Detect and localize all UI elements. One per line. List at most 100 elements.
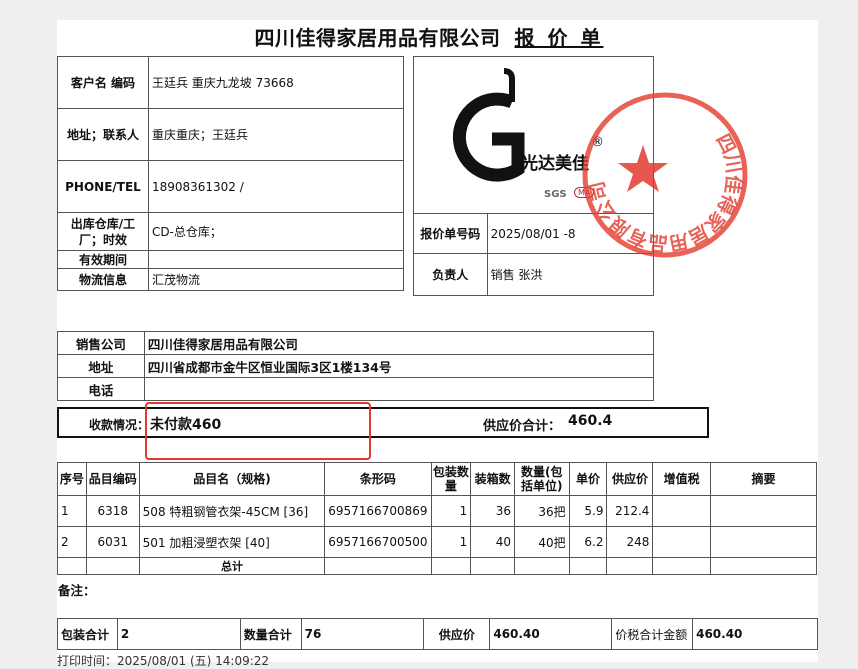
address-label: 地址；联系人 xyxy=(57,108,149,161)
warehouse-value: CD-总仓库； xyxy=(147,212,405,251)
total-spacer xyxy=(430,557,472,575)
customer-name-row: 客户名 编码 王廷兵 重庆九龙坡 73668 xyxy=(57,56,405,109)
seller-table: 销售公司 四川佳得家居用品有限公司 地址 四川省成都市金牛区恒业国际3区1楼13… xyxy=(57,331,655,401)
qty-total-value: 76 xyxy=(300,618,425,650)
tax-total-value: 460.40 xyxy=(692,618,818,650)
cell-box-qty: 40 xyxy=(470,526,515,558)
items-header-row: 序号 品目编码 品目名（规格) 条形码 包装数量 装箱数 数量(包括单位) 单价… xyxy=(57,462,818,496)
phone-row: PHONE/TEL 18908361302 / xyxy=(57,160,405,213)
col-header: 装箱数 xyxy=(470,462,515,496)
total-spacer xyxy=(57,557,87,575)
logistics-label: 物流信息 xyxy=(57,268,149,291)
customer-info-table: 客户名 编码 王廷兵 重庆九龙坡 73668 地址；联系人 重庆重庆；王廷兵 P… xyxy=(57,56,405,291)
seller-address-label: 地址 xyxy=(57,354,145,378)
remark-label: 备注： xyxy=(58,583,96,598)
total-spacer xyxy=(606,557,654,575)
logistics-row: 物流信息 汇茂物流 xyxy=(57,268,405,291)
quote-number-value: 2025/08/01 -8 xyxy=(486,213,655,254)
address-value: 重庆重庆；王廷兵 xyxy=(147,108,405,161)
seller-address-row: 地址 四川省成都市金牛区恒业国际3区1楼134号 xyxy=(57,354,655,378)
seller-phone-row: 电话 xyxy=(57,377,655,401)
supply-total-value: 460.4 xyxy=(568,413,613,429)
seller-company-label: 销售公司 xyxy=(57,331,145,355)
payment-label: 收款情况： xyxy=(89,418,150,432)
brand-logo-box: 光达美佳 ® SGS MA xyxy=(413,56,654,214)
cell-product: 501 加粗浸塑衣架 [40] xyxy=(138,526,326,558)
col-header: 品目编码 xyxy=(85,462,140,496)
total-spacer xyxy=(513,557,570,575)
total-spacer xyxy=(568,557,608,575)
brand-name: 光达美佳 xyxy=(521,154,589,174)
col-header: 增值税 xyxy=(652,462,711,496)
customer-name-label: 客户名 编码 xyxy=(57,56,149,109)
table-row: 1 6318 508 特粗钢管衣架-45CM [36] 695716670086… xyxy=(57,495,818,527)
total-spacer xyxy=(709,557,818,575)
cell-supply: 212.4 xyxy=(606,495,654,527)
col-header: 包装数量 xyxy=(430,462,472,496)
summary-row: 包装合计 2 数量合计 76 供应价 460.40 价税合计金额 460.40 xyxy=(57,618,818,650)
owner-label: 负责人 xyxy=(413,253,488,296)
pack-total-label: 包装合计 xyxy=(57,618,118,650)
ma-cert: MA xyxy=(574,187,595,198)
col-header: 序号 xyxy=(57,462,87,496)
phone-value: 18908361302 / xyxy=(147,160,405,213)
col-header: 条形码 xyxy=(324,462,432,496)
cell-summary xyxy=(709,495,818,527)
supply-price-label: 供应价 xyxy=(423,618,491,650)
seller-company-value: 四川佳得家居用品有限公司 xyxy=(143,331,655,355)
cell-index: 2 xyxy=(57,526,87,558)
company-title: 四川佳得家居用品有限公司 xyxy=(254,26,501,50)
tax-total-label: 价税合计金额 xyxy=(611,618,694,650)
print-time: 打印时间：2025/08/01 (五) 14:09:22 xyxy=(57,654,270,668)
owner-row: 负责人 销售 张洪 xyxy=(413,253,655,296)
qty-total-label: 数量合计 xyxy=(239,618,302,650)
validity-label: 有效期间 xyxy=(57,250,149,269)
cell-code: 6318 xyxy=(85,495,140,527)
col-header: 摘要 xyxy=(709,462,818,496)
total-spacer xyxy=(85,557,140,575)
cell-barcode: 6957166700500 xyxy=(324,526,432,558)
seller-phone-value xyxy=(143,377,655,401)
seller-phone-label: 电话 xyxy=(57,377,145,401)
logistics-value: 汇茂物流 xyxy=(147,268,405,291)
total-row: 总计 xyxy=(57,557,818,575)
cell-unit-price: 6.2 xyxy=(568,526,608,558)
cell-vat xyxy=(652,526,711,558)
validity-row: 有效期间 xyxy=(57,250,405,269)
payment-value: 未付款460 xyxy=(150,417,222,433)
cell-index: 1 xyxy=(57,495,87,527)
cell-qty: 40把 xyxy=(513,526,570,558)
cell-supply: 248 xyxy=(606,526,654,558)
seller-company-row: 销售公司 四川佳得家居用品有限公司 xyxy=(57,331,655,355)
supply-total-label: 供应价合计： xyxy=(483,419,562,434)
customer-name-value: 王廷兵 重庆九龙坡 73668 xyxy=(147,56,405,109)
cell-pack: 1 xyxy=(430,526,472,558)
phone-label: PHONE/TEL xyxy=(57,160,149,213)
col-header: 供应价 xyxy=(606,462,654,496)
registered-mark-icon: ® xyxy=(591,135,604,150)
col-header: 单价 xyxy=(568,462,608,496)
payment-status-box: 收款情况： 未付款460 供应价合计： 460.4 xyxy=(57,407,709,438)
cell-pack: 1 xyxy=(430,495,472,527)
cell-summary xyxy=(709,526,818,558)
col-header: 数量(包括单位) xyxy=(513,462,570,496)
total-spacer xyxy=(470,557,515,575)
cell-code: 6031 xyxy=(85,526,140,558)
table-row: 2 6031 501 加粗浸塑衣架 [40] 6957166700500 1 4… xyxy=(57,526,818,558)
supply-price-value: 460.40 xyxy=(489,618,613,650)
cell-barcode: 6957166700869 xyxy=(324,495,432,527)
quote-number-label: 报价单号码 xyxy=(413,213,488,254)
cell-vat xyxy=(652,495,711,527)
total-label: 总计 xyxy=(138,557,326,575)
quote-number-row: 报价单号码 2025/08/01 -8 xyxy=(413,213,655,254)
sgs-cert: SGS xyxy=(544,189,567,200)
owner-value: 销售 张洪 xyxy=(486,253,655,296)
cell-box-qty: 36 xyxy=(470,495,515,527)
cell-unit-price: 5.9 xyxy=(568,495,608,527)
warehouse-row: 出库仓库/工厂；时效 CD-总仓库； xyxy=(57,212,405,251)
warehouse-label: 出库仓库/工厂；时效 xyxy=(57,212,149,251)
seller-address-value: 四川省成都市金牛区恒业国际3区1楼134号 xyxy=(143,354,655,378)
quote-ref-table: 报价单号码 2025/08/01 -8 负责人 销售 张洪 xyxy=(413,213,655,296)
doc-type-title: 报 价 单 xyxy=(514,26,604,50)
col-header: 品目名（规格) xyxy=(138,462,326,496)
